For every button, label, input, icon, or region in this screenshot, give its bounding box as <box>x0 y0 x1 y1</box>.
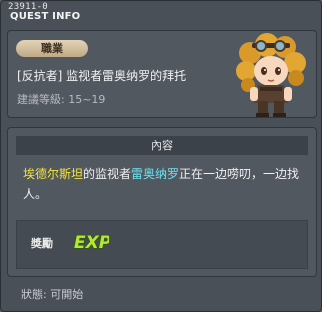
quest-status: 狀態: 可開始 <box>21 288 84 301</box>
npc-name-leonardo: 雷奥纳罗 <box>131 167 180 181</box>
reward-box: 獎勵 EXP <box>16 220 308 269</box>
content-header: 內容 <box>16 136 308 155</box>
reward-label: 獎勵 <box>31 237 53 250</box>
npc-name-edelstein: 埃德尔斯坦 <box>23 167 84 181</box>
recommended-level: 建議等級: 15~19 <box>17 93 106 106</box>
quest-description: 埃德尔斯坦的监视者雷奥纳罗正在一边唠叨，一边找人。 <box>23 164 308 204</box>
window-title: QUEST INFO <box>10 11 81 22</box>
exp-icon-text: EXP <box>74 233 109 253</box>
npc-portrait <box>236 33 306 117</box>
content-panel: 內容 埃德尔斯坦的监视者雷奥纳罗正在一边唠叨，一边找人。 獎勵 EXP <box>7 127 317 277</box>
job-badge: 職業 <box>16 40 88 57</box>
quest-title: [反抗者] 监视者雷奥纳罗的拜托 <box>17 69 187 83</box>
quest-info-window: 23911-0 QUEST INFO 職業 [反抗者] 监视者雷奥纳罗的拜托 建… <box>0 0 322 312</box>
quest-summary-panel: 職業 [反抗者] 监视者雷奥纳罗的拜托 建議等級: 15~19 <box>7 30 317 118</box>
description-text-1: 的监视者 <box>83 167 132 181</box>
exp-icon: EXP <box>73 232 109 253</box>
